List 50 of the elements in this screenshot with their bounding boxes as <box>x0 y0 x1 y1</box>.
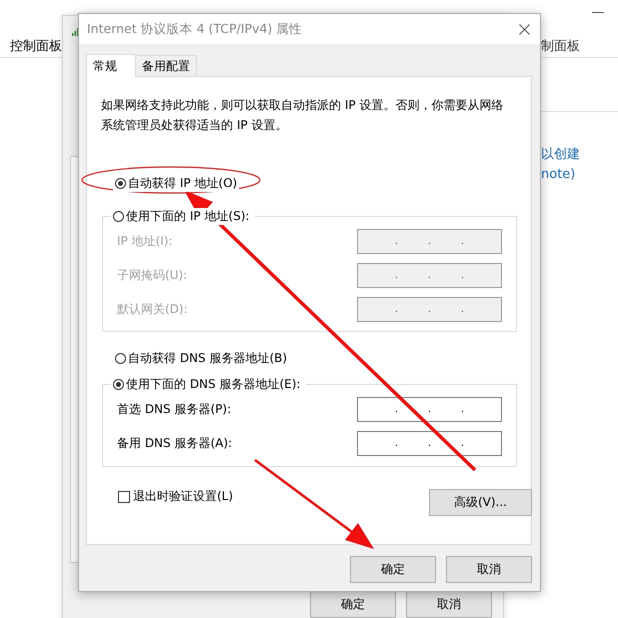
description-text: 如果网络支持此功能，则可以获取自动指派的 IP 设置。否则，你需要从网络系统管理员处获得适当的 IP 设置。 <box>101 97 504 134</box>
radio-circle[interactable] <box>113 211 124 222</box>
ip-address-field[interactable]: . . . <box>357 297 502 322</box>
field-label: 子网掩码(U): <box>117 267 188 284</box>
radio-circle[interactable] <box>115 352 126 364</box>
separator-text: . <box>428 270 432 280</box>
checkbox[interactable]: 退出时验证设置(L) <box>118 488 234 505</box>
separator-text: . <box>428 404 432 414</box>
separator-text: . <box>460 304 464 314</box>
dialog-button[interactable]: 确定 <box>310 591 396 618</box>
breadcrumb-text: 控制面板 <box>10 38 62 55</box>
radio-button[interactable]: 使用下面的 IP 地址(S): <box>111 208 252 225</box>
radio-button[interactable]: 自动获得 DNS 服务器地址(B) <box>113 350 290 366</box>
link[interactable]: 以创建 <box>541 146 580 163</box>
dialog-button[interactable]: 取消 <box>406 591 492 618</box>
tab[interactable]: 备用配置 <box>135 55 197 76</box>
dialog-button[interactable]: 取消 <box>446 556 532 583</box>
separator-text: . <box>394 236 398 246</box>
ip-address-field[interactable]: . . . <box>357 431 502 456</box>
separator-text: . <box>394 404 398 414</box>
separator-text: . <box>460 270 464 280</box>
field-label: IP 地址(I): <box>117 233 173 250</box>
separator-text: . <box>428 304 432 314</box>
separator-text: . <box>394 304 398 314</box>
field-label: 首选 DNS 服务器(P): <box>117 401 232 418</box>
field-label: 备用 DNS 服务器(A): <box>117 435 232 452</box>
radio-button[interactable]: 自动获得 IP 地址(O) <box>113 174 240 192</box>
separator-text: . <box>394 438 398 448</box>
separator-text: . <box>394 270 398 280</box>
breadcrumb-text: 制面板 <box>541 38 580 55</box>
advanced-button[interactable]: 高级(V)... <box>429 489 532 516</box>
radio-button[interactable]: 使用下面的 DNS 服务器地址(E): <box>111 376 302 393</box>
link[interactable]: note) <box>541 166 580 183</box>
separator-text: . <box>428 438 432 448</box>
field-label: 默认网关(D): <box>117 301 188 318</box>
separator-text: . <box>460 438 464 448</box>
tab[interactable]: 常规 <box>86 54 136 77</box>
radio-circle[interactable] <box>115 178 126 188</box>
separator-text: . <box>460 236 464 246</box>
radio-circle[interactable] <box>113 379 124 390</box>
window-title: Internet 协议版本 4 (TCP/IPv4) 属性 <box>87 20 302 38</box>
separator-text: . <box>460 404 464 414</box>
separator-text: . <box>428 236 432 246</box>
ip-address-field[interactable]: . . . <box>357 397 502 422</box>
close-icon[interactable] <box>519 24 530 34</box>
ip-address-field[interactable]: . . . <box>357 263 502 288</box>
dialog-button[interactable]: 确定 <box>350 556 436 583</box>
minimize-icon[interactable] <box>592 12 604 14</box>
checkbox-square[interactable] <box>118 490 130 502</box>
ip-address-field[interactable]: . . . <box>357 229 502 254</box>
